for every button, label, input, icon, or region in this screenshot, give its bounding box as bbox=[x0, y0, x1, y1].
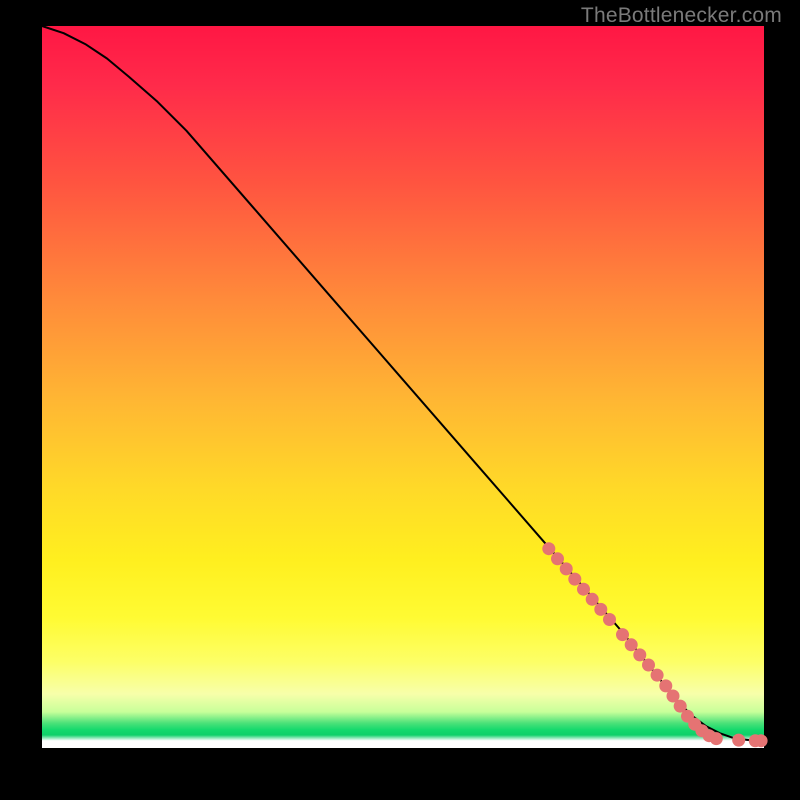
marker-dot bbox=[551, 552, 564, 565]
branding-label: TheBottlenecker.com bbox=[581, 4, 782, 28]
marker-dot bbox=[651, 669, 664, 682]
chart-frame: TheBottlenecker.com bbox=[0, 0, 800, 800]
chart-svg bbox=[42, 26, 764, 748]
marker-dot bbox=[755, 734, 768, 747]
marker-dot bbox=[616, 628, 629, 641]
marker-dot bbox=[560, 562, 573, 575]
marker-dot bbox=[594, 603, 607, 616]
marker-dot bbox=[633, 648, 646, 661]
marker-dot bbox=[710, 732, 723, 745]
marker-dot bbox=[586, 593, 599, 606]
marker-dot bbox=[625, 638, 638, 651]
marker-dot bbox=[542, 542, 555, 555]
marker-dot bbox=[732, 734, 745, 747]
marker-points bbox=[542, 542, 767, 747]
marker-dot bbox=[568, 573, 581, 586]
marker-dot bbox=[642, 659, 655, 672]
marker-dot bbox=[577, 583, 590, 596]
curve-line bbox=[42, 26, 764, 741]
plot-area bbox=[42, 26, 764, 748]
marker-dot bbox=[603, 613, 616, 626]
